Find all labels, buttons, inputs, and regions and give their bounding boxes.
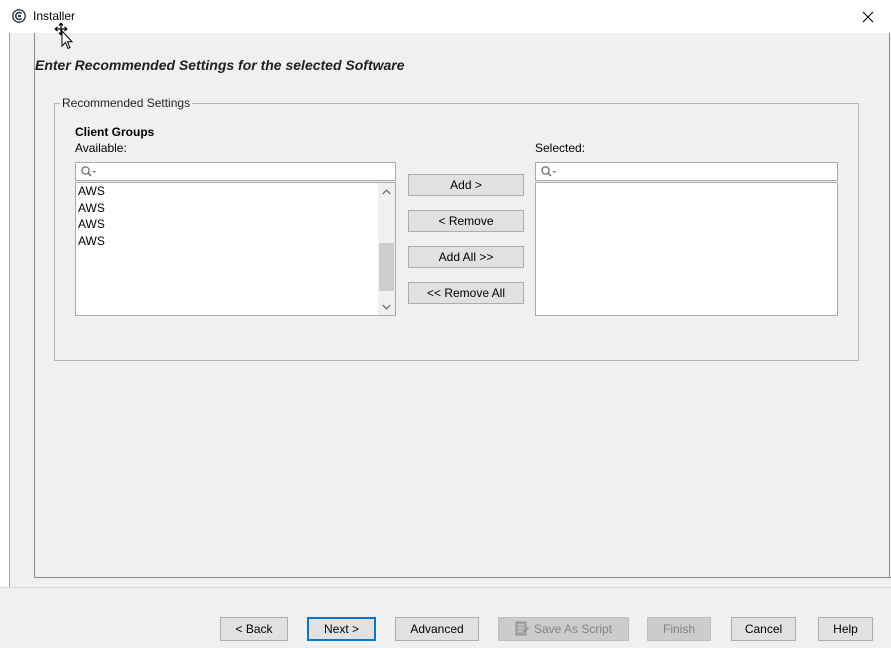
advanced-button[interactable]: Advanced: [395, 617, 479, 641]
scrollbar-thumb[interactable]: [379, 243, 394, 291]
save-as-script-label: Save As Script: [533, 622, 613, 636]
selected-label: Selected:: [535, 141, 586, 155]
window-title: Installer: [33, 9, 76, 23]
close-button[interactable]: [845, 0, 891, 33]
installer-logo-icon: [12, 9, 26, 23]
available-search-input[interactable]: [75, 162, 396, 181]
title-bar: Installer: [0, 0, 891, 33]
list-item[interactable]: AWS: [77, 233, 105, 250]
list-item[interactable]: AWS: [77, 200, 105, 217]
scroll-up-button[interactable]: [378, 183, 395, 200]
close-icon: [862, 11, 874, 22]
content-panel: Enter Recommended Settings for the selec…: [9, 33, 891, 587]
remove-button[interactable]: < Remove: [408, 210, 524, 232]
group-legend: Recommended Settings: [60, 96, 193, 110]
script-icon: [515, 621, 529, 636]
available-list-scrollbar[interactable]: [378, 183, 395, 315]
list-item[interactable]: AWS: [77, 216, 105, 233]
next-button[interactable]: Next >: [307, 617, 376, 641]
available-items: AWS AWS AWS AWS: [77, 183, 105, 249]
available-list[interactable]: AWS AWS AWS AWS: [75, 182, 396, 316]
scroll-down-button[interactable]: [378, 298, 395, 315]
cancel-button[interactable]: Cancel: [731, 617, 796, 641]
help-button[interactable]: Help: [818, 617, 873, 641]
selected-list[interactable]: [535, 182, 838, 316]
selected-search-input[interactable]: [535, 162, 838, 181]
search-icon: [541, 166, 556, 177]
remove-all-button[interactable]: << Remove All: [408, 282, 524, 304]
chevron-down-icon: [382, 304, 391, 310]
page-heading: Enter Recommended Settings for the selec…: [35, 57, 405, 73]
inner-border-right: [889, 33, 890, 578]
list-item[interactable]: AWS: [77, 183, 105, 200]
finish-button: Finish: [647, 617, 711, 641]
search-icon: [81, 166, 96, 177]
inner-border-left: [34, 33, 35, 578]
footer-bar: < Back Next > Advanced Save As Script Fi…: [0, 587, 891, 648]
client-groups-heading: Client Groups: [75, 125, 155, 139]
add-all-button[interactable]: Add All >>: [408, 246, 524, 268]
available-label: Available:: [75, 141, 127, 155]
mouse-cursor-icon: [54, 22, 74, 50]
back-button[interactable]: < Back: [220, 617, 288, 641]
chevron-up-icon: [382, 188, 391, 194]
inner-border-bottom: [34, 577, 891, 578]
save-as-script-button: Save As Script: [498, 617, 629, 641]
add-button[interactable]: Add >: [408, 174, 524, 196]
recommended-settings-group: Recommended Settings Client Groups Avail…: [54, 96, 859, 361]
